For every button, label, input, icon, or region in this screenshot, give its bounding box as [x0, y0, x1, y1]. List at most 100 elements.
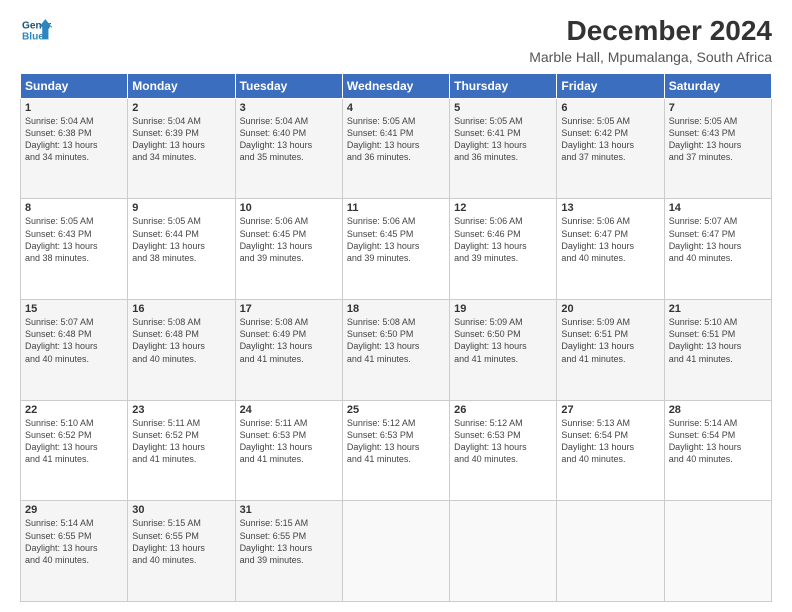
- cell-content: Sunrise: 5:04 AM Sunset: 6:40 PM Dayligh…: [240, 115, 338, 164]
- col-friday: Friday: [557, 73, 664, 98]
- table-row: 2Sunrise: 5:04 AM Sunset: 6:39 PM Daylig…: [128, 98, 235, 199]
- cell-content: Sunrise: 5:05 AM Sunset: 6:41 PM Dayligh…: [347, 115, 445, 164]
- day-number: 5: [454, 102, 552, 114]
- cell-content: Sunrise: 5:12 AM Sunset: 6:53 PM Dayligh…: [454, 417, 552, 466]
- cell-content: Sunrise: 5:15 AM Sunset: 6:55 PM Dayligh…: [132, 517, 230, 566]
- cell-content: Sunrise: 5:07 AM Sunset: 6:47 PM Dayligh…: [669, 215, 767, 264]
- cell-content: Sunrise: 5:14 AM Sunset: 6:55 PM Dayligh…: [25, 517, 123, 566]
- day-number: 23: [132, 404, 230, 416]
- table-row: 3Sunrise: 5:04 AM Sunset: 6:40 PM Daylig…: [235, 98, 342, 199]
- calendar-week-row: 8Sunrise: 5:05 AM Sunset: 6:43 PM Daylig…: [21, 199, 772, 300]
- main-title: December 2024: [529, 16, 772, 47]
- table-row: 19Sunrise: 5:09 AM Sunset: 6:50 PM Dayli…: [450, 300, 557, 401]
- table-row: 15Sunrise: 5:07 AM Sunset: 6:48 PM Dayli…: [21, 300, 128, 401]
- table-row: 8Sunrise: 5:05 AM Sunset: 6:43 PM Daylig…: [21, 199, 128, 300]
- cell-content: Sunrise: 5:12 AM Sunset: 6:53 PM Dayligh…: [347, 417, 445, 466]
- day-number: 13: [561, 202, 659, 214]
- cell-content: Sunrise: 5:09 AM Sunset: 6:51 PM Dayligh…: [561, 316, 659, 365]
- table-row: 28Sunrise: 5:14 AM Sunset: 6:54 PM Dayli…: [664, 400, 771, 501]
- day-number: 26: [454, 404, 552, 416]
- day-number: 10: [240, 202, 338, 214]
- cell-content: Sunrise: 5:08 AM Sunset: 6:49 PM Dayligh…: [240, 316, 338, 365]
- day-number: 28: [669, 404, 767, 416]
- day-number: 29: [25, 504, 123, 516]
- day-number: 21: [669, 303, 767, 315]
- cell-content: Sunrise: 5:04 AM Sunset: 6:39 PM Dayligh…: [132, 115, 230, 164]
- day-number: 2: [132, 102, 230, 114]
- day-number: 15: [25, 303, 123, 315]
- cell-content: Sunrise: 5:05 AM Sunset: 6:42 PM Dayligh…: [561, 115, 659, 164]
- table-row: 31Sunrise: 5:15 AM Sunset: 6:55 PM Dayli…: [235, 501, 342, 602]
- day-number: 11: [347, 202, 445, 214]
- calendar-week-row: 22Sunrise: 5:10 AM Sunset: 6:52 PM Dayli…: [21, 400, 772, 501]
- cell-content: Sunrise: 5:08 AM Sunset: 6:50 PM Dayligh…: [347, 316, 445, 365]
- table-row: 18Sunrise: 5:08 AM Sunset: 6:50 PM Dayli…: [342, 300, 449, 401]
- day-number: 20: [561, 303, 659, 315]
- col-thursday: Thursday: [450, 73, 557, 98]
- day-number: 16: [132, 303, 230, 315]
- cell-content: Sunrise: 5:11 AM Sunset: 6:52 PM Dayligh…: [132, 417, 230, 466]
- cell-content: Sunrise: 5:05 AM Sunset: 6:43 PM Dayligh…: [25, 215, 123, 264]
- day-number: 6: [561, 102, 659, 114]
- table-row: 30Sunrise: 5:15 AM Sunset: 6:55 PM Dayli…: [128, 501, 235, 602]
- cell-content: Sunrise: 5:09 AM Sunset: 6:50 PM Dayligh…: [454, 316, 552, 365]
- day-number: 7: [669, 102, 767, 114]
- calendar-table: Sunday Monday Tuesday Wednesday Thursday…: [20, 73, 772, 602]
- table-row: 6Sunrise: 5:05 AM Sunset: 6:42 PM Daylig…: [557, 98, 664, 199]
- day-number: 4: [347, 102, 445, 114]
- logo-icon: General Blue: [20, 16, 52, 44]
- cell-content: Sunrise: 5:05 AM Sunset: 6:41 PM Dayligh…: [454, 115, 552, 164]
- day-number: 12: [454, 202, 552, 214]
- calendar-header-row: Sunday Monday Tuesday Wednesday Thursday…: [21, 73, 772, 98]
- table-row: 1Sunrise: 5:04 AM Sunset: 6:38 PM Daylig…: [21, 98, 128, 199]
- cell-content: Sunrise: 5:05 AM Sunset: 6:43 PM Dayligh…: [669, 115, 767, 164]
- calendar-week-row: 15Sunrise: 5:07 AM Sunset: 6:48 PM Dayli…: [21, 300, 772, 401]
- subtitle: Marble Hall, Mpumalanga, South Africa: [529, 49, 772, 65]
- day-number: 27: [561, 404, 659, 416]
- header: General Blue December 2024 Marble Hall, …: [20, 16, 772, 65]
- day-number: 22: [25, 404, 123, 416]
- table-row: 20Sunrise: 5:09 AM Sunset: 6:51 PM Dayli…: [557, 300, 664, 401]
- table-row: 23Sunrise: 5:11 AM Sunset: 6:52 PM Dayli…: [128, 400, 235, 501]
- table-row: 9Sunrise: 5:05 AM Sunset: 6:44 PM Daylig…: [128, 199, 235, 300]
- table-row: [557, 501, 664, 602]
- day-number: 19: [454, 303, 552, 315]
- day-number: 31: [240, 504, 338, 516]
- day-number: 14: [669, 202, 767, 214]
- table-row: 7Sunrise: 5:05 AM Sunset: 6:43 PM Daylig…: [664, 98, 771, 199]
- cell-content: Sunrise: 5:11 AM Sunset: 6:53 PM Dayligh…: [240, 417, 338, 466]
- cell-content: Sunrise: 5:06 AM Sunset: 6:46 PM Dayligh…: [454, 215, 552, 264]
- cell-content: Sunrise: 5:06 AM Sunset: 6:45 PM Dayligh…: [240, 215, 338, 264]
- col-tuesday: Tuesday: [235, 73, 342, 98]
- table-row: 17Sunrise: 5:08 AM Sunset: 6:49 PM Dayli…: [235, 300, 342, 401]
- table-row: 21Sunrise: 5:10 AM Sunset: 6:51 PM Dayli…: [664, 300, 771, 401]
- table-row: 26Sunrise: 5:12 AM Sunset: 6:53 PM Dayli…: [450, 400, 557, 501]
- cell-content: Sunrise: 5:06 AM Sunset: 6:45 PM Dayligh…: [347, 215, 445, 264]
- cell-content: Sunrise: 5:06 AM Sunset: 6:47 PM Dayligh…: [561, 215, 659, 264]
- table-row: 22Sunrise: 5:10 AM Sunset: 6:52 PM Dayli…: [21, 400, 128, 501]
- table-row: [664, 501, 771, 602]
- calendar-week-row: 29Sunrise: 5:14 AM Sunset: 6:55 PM Dayli…: [21, 501, 772, 602]
- table-row: 27Sunrise: 5:13 AM Sunset: 6:54 PM Dayli…: [557, 400, 664, 501]
- cell-content: Sunrise: 5:04 AM Sunset: 6:38 PM Dayligh…: [25, 115, 123, 164]
- calendar-week-row: 1Sunrise: 5:04 AM Sunset: 6:38 PM Daylig…: [21, 98, 772, 199]
- day-number: 3: [240, 102, 338, 114]
- table-row: 14Sunrise: 5:07 AM Sunset: 6:47 PM Dayli…: [664, 199, 771, 300]
- day-number: 1: [25, 102, 123, 114]
- cell-content: Sunrise: 5:10 AM Sunset: 6:52 PM Dayligh…: [25, 417, 123, 466]
- table-row: 29Sunrise: 5:14 AM Sunset: 6:55 PM Dayli…: [21, 501, 128, 602]
- table-row: 11Sunrise: 5:06 AM Sunset: 6:45 PM Dayli…: [342, 199, 449, 300]
- col-sunday: Sunday: [21, 73, 128, 98]
- page: General Blue December 2024 Marble Hall, …: [0, 0, 792, 612]
- table-row: 4Sunrise: 5:05 AM Sunset: 6:41 PM Daylig…: [342, 98, 449, 199]
- table-row: [450, 501, 557, 602]
- cell-content: Sunrise: 5:10 AM Sunset: 6:51 PM Dayligh…: [669, 316, 767, 365]
- col-saturday: Saturday: [664, 73, 771, 98]
- cell-content: Sunrise: 5:07 AM Sunset: 6:48 PM Dayligh…: [25, 316, 123, 365]
- day-number: 17: [240, 303, 338, 315]
- col-monday: Monday: [128, 73, 235, 98]
- table-row: 13Sunrise: 5:06 AM Sunset: 6:47 PM Dayli…: [557, 199, 664, 300]
- svg-text:Blue: Blue: [22, 31, 44, 42]
- cell-content: Sunrise: 5:13 AM Sunset: 6:54 PM Dayligh…: [561, 417, 659, 466]
- table-row: 25Sunrise: 5:12 AM Sunset: 6:53 PM Dayli…: [342, 400, 449, 501]
